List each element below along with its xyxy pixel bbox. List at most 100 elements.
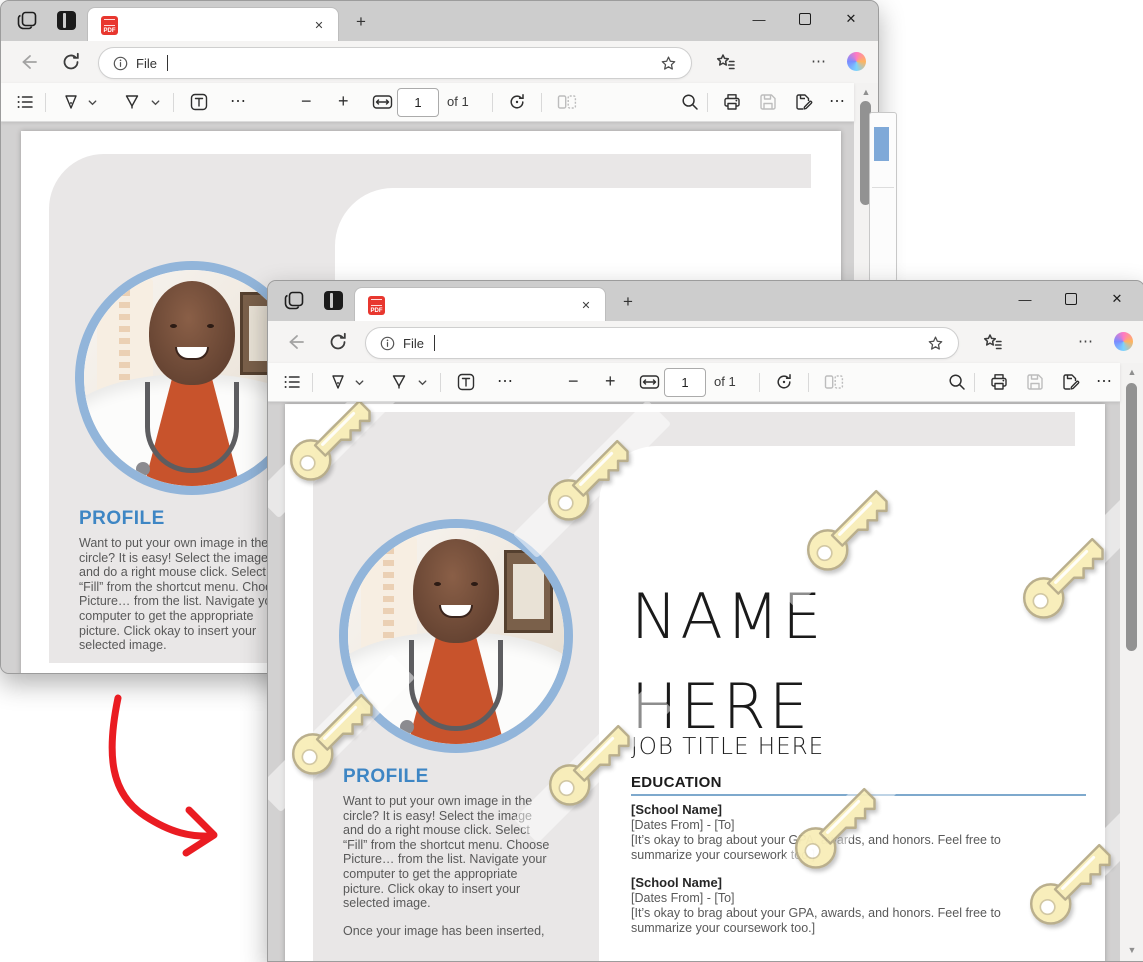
key-stamp-icon [793,471,909,587]
refresh-icon[interactable] [328,332,348,352]
new-tab-button[interactable]: + [349,10,373,34]
fit-to-width-icon[interactable] [639,373,660,391]
toolbar-divider [759,373,760,392]
search-icon[interactable] [948,373,966,391]
settings-more-icon[interactable]: ⋯ [1074,332,1098,352]
scroll-up-icon[interactable]: ▲ [854,87,878,97]
scrollbar-thumb[interactable] [1126,383,1137,651]
draw-pen-chevron-icon[interactable] [354,377,365,388]
text-cursor [167,55,168,71]
toolbar-divider [492,93,493,112]
site-info-icon[interactable] [113,56,128,71]
annotate-more-icon[interactable]: ⋯ [497,371,513,391]
workspaces-icon[interactable] [284,291,304,311]
refresh-icon[interactable] [61,52,81,72]
pdf-tab[interactable]: PDF ✕ [87,7,339,42]
school-dates: [Dates From] - [To] [631,891,735,905]
minimize-button[interactable]: — [1002,281,1048,317]
minimize-button[interactable]: — [736,1,782,37]
print-icon[interactable] [990,373,1008,391]
url-text: File [403,336,424,351]
maximize-button[interactable] [1048,281,1094,317]
search-icon[interactable] [681,93,699,111]
toolbar-more-icon[interactable]: ⋯ [829,91,845,111]
save-as-icon[interactable] [1062,373,1080,391]
highlighter-icon[interactable] [390,373,408,391]
vertical-scrollbar[interactable]: ▲ ▼ [1119,363,1143,961]
print-icon[interactable] [723,93,741,111]
zoom-in-icon[interactable]: + [338,91,349,112]
table-of-contents-icon[interactable] [283,373,301,391]
page-number-input[interactable]: 1 [397,88,439,117]
school-description: [It’s okay to brag about your GPA, award… [631,906,1051,936]
page-number-input[interactable]: 1 [664,368,706,397]
save-as-icon[interactable] [795,93,813,111]
favorites-icon[interactable] [983,332,1003,352]
bookmark-star-icon[interactable] [660,55,677,72]
copilot-icon[interactable] [1114,332,1133,351]
draw-pen-chevron-icon[interactable] [87,97,98,108]
template-top-band-shape [381,412,1075,446]
new-tab-button[interactable]: + [616,290,640,314]
add-text-icon[interactable] [190,93,208,111]
draw-pen-icon[interactable] [329,373,347,391]
tab-close-icon[interactable]: ✕ [308,14,330,36]
pdf-viewport: PROFILE Want to put your own image in th… [268,401,1120,961]
address-bar[interactable]: File [365,327,959,359]
address-bar[interactable]: File [98,47,692,79]
close-button[interactable]: ✕ [828,1,874,37]
address-bar-row: File ⋯ [1,41,878,83]
highlighter-chevron-icon[interactable] [150,97,161,108]
key-stamp-icon [535,706,651,822]
scroll-up-icon[interactable]: ▲ [1120,367,1143,377]
fit-to-width-icon[interactable] [372,93,393,111]
toolbar-divider [440,373,441,392]
zoom-in-icon[interactable]: + [605,371,616,392]
pdf-file-icon: PDF [101,16,118,35]
split-screen-icon[interactable] [324,291,343,310]
bookmark-star-icon[interactable] [927,335,944,352]
favorites-icon[interactable] [716,52,736,72]
highlighter-chevron-icon[interactable] [417,377,428,388]
window-controls: — ✕ [1002,281,1140,317]
key-stamp-icon [278,675,394,791]
toolbar-divider [312,373,313,392]
toolbar-more-icon[interactable]: ⋯ [1096,371,1112,391]
rotate-icon[interactable] [775,373,793,391]
zoom-out-icon[interactable]: − [568,371,579,392]
toolbar-divider [808,373,809,392]
page-view-icon [824,373,844,391]
draw-pen-icon[interactable] [62,93,80,111]
zoom-out-icon[interactable]: − [301,91,312,112]
url-text: File [136,56,157,71]
doctor-face [149,281,235,385]
add-text-icon[interactable] [457,373,475,391]
address-bar-row: File ⋯ [268,321,1143,363]
page-count-label: of 1 [714,374,736,389]
site-info-icon[interactable] [380,336,395,351]
stethoscope [409,640,503,731]
save-icon [1026,373,1044,391]
split-screen-icon[interactable] [57,11,76,30]
scroll-down-icon[interactable]: ▼ [1120,945,1143,955]
toolbar-divider [173,93,174,112]
pdf-file-icon: PDF [368,296,385,315]
stethoscope [145,382,239,473]
highlighter-icon[interactable] [123,93,141,111]
pdf-tab[interactable]: PDF ✕ [354,287,606,322]
table-of-contents-icon[interactable] [16,93,34,111]
settings-more-icon[interactable]: ⋯ [807,52,831,72]
workspaces-icon[interactable] [17,11,37,31]
maximize-button[interactable] [782,1,828,37]
back-icon[interactable] [285,332,305,352]
background-window-sliver[interactable] [869,112,897,282]
tab-close-icon[interactable]: ✕ [575,294,597,316]
close-button[interactable]: ✕ [1094,281,1140,317]
copilot-icon[interactable] [847,52,866,71]
profile-heading: PROFILE [79,508,165,530]
wall-frame [504,550,553,634]
annotate-more-icon[interactable]: ⋯ [230,91,246,111]
rotate-icon[interactable] [508,93,526,111]
back-icon[interactable] [18,52,38,72]
maximize-icon [1065,293,1077,305]
